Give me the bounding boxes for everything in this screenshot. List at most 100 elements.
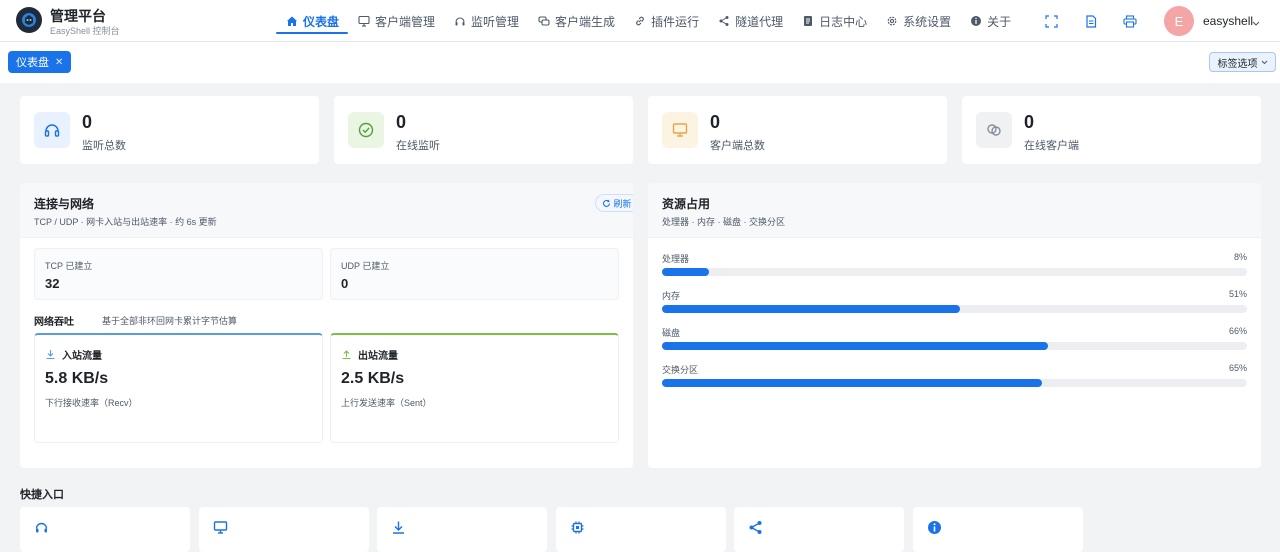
refresh-button[interactable]: 刷新 bbox=[595, 194, 633, 212]
chip-icon bbox=[569, 519, 585, 535]
quick-entry-generate[interactable] bbox=[377, 507, 547, 552]
outbound-traffic-card: 出站流量 2.5 KB/s 上行发送速率（Sent） bbox=[330, 333, 619, 443]
quick-entry-clients[interactable] bbox=[199, 507, 369, 552]
check-circle-icon bbox=[348, 112, 384, 148]
fullscreen-icon[interactable] bbox=[1043, 13, 1059, 29]
tcp-established-card: TCP 已建立 32 bbox=[34, 248, 323, 300]
close-icon[interactable]: ✕ bbox=[55, 57, 63, 68]
tab-options-label: 标签选项 bbox=[1217, 58, 1258, 70]
panel-subtitle: 处理器 · 内存 · 磁盘 · 交换分区 bbox=[662, 217, 785, 227]
printer-icon[interactable] bbox=[1122, 13, 1138, 29]
tcp-label: TCP 已建立 bbox=[45, 261, 93, 271]
info-icon bbox=[926, 519, 942, 535]
quick-entry-about[interactable] bbox=[913, 507, 1083, 552]
stat-card-clients-total: 0 客户端总数 bbox=[648, 96, 947, 164]
progress-fill bbox=[662, 342, 1049, 350]
progress-fill bbox=[662, 379, 1043, 387]
panel-title: 资源占用 bbox=[662, 197, 711, 211]
brand-title: 管理平台 bbox=[50, 8, 106, 24]
nav-log-center[interactable]: 日志中心 bbox=[792, 0, 876, 42]
nav-label: 插件运行 bbox=[651, 14, 700, 29]
stat-value: 0 bbox=[82, 112, 93, 132]
tab-dashboard[interactable]: 仪表盘 ✕ bbox=[8, 51, 72, 73]
nav-plugin-run[interactable]: 插件运行 bbox=[624, 0, 708, 42]
nav-tunnel-proxy[interactable]: 隧道代理 bbox=[708, 0, 792, 42]
nav-about[interactable]: 关于 bbox=[960, 0, 1020, 42]
throughput-title: 网络吞吐 bbox=[34, 317, 74, 328]
document-icon bbox=[801, 14, 815, 28]
progress-track bbox=[662, 305, 1247, 313]
nav-client-generation[interactable]: 客户端生成 bbox=[528, 0, 624, 42]
udp-label: UDP 已建立 bbox=[341, 261, 390, 271]
refresh-label: 刷新 bbox=[613, 198, 632, 209]
panel-header: 资源占用 处理器 · 内存 · 磁盘 · 交换分区 bbox=[648, 183, 1261, 238]
outbound-header: 出站流量 bbox=[341, 347, 398, 362]
link-circle-icon bbox=[976, 112, 1012, 148]
panel-header: 连接与网络 TCP / UDP · 网卡入站与出站速率 · 约 6s 更新 刷新 bbox=[20, 183, 633, 238]
home-icon bbox=[285, 14, 299, 28]
nav-system-settings[interactable]: 系统设置 bbox=[876, 0, 960, 42]
tcp-value: 32 bbox=[45, 276, 60, 291]
chevron-down-icon bbox=[1261, 60, 1267, 64]
username[interactable]: easyshell bbox=[1203, 14, 1253, 28]
resource-label: 磁盘 bbox=[662, 328, 681, 338]
resource-label: 交换分区 bbox=[662, 365, 699, 375]
nav-label: 监听管理 bbox=[471, 14, 520, 29]
tab-bar: 仪表盘 ✕ 标签选项 bbox=[0, 42, 1280, 83]
info-icon bbox=[969, 14, 983, 28]
resource-percent: 66% bbox=[1228, 326, 1247, 336]
quick-entry-plugins[interactable] bbox=[556, 507, 726, 552]
nav-dashboard[interactable]: 仪表盘 bbox=[276, 0, 349, 42]
chat-icon bbox=[537, 14, 551, 28]
inbound-title: 入站流量 bbox=[62, 351, 102, 362]
tab-label: 仪表盘 bbox=[16, 57, 49, 69]
stat-card-listeners-total: 0 监听总数 bbox=[20, 96, 319, 164]
nav-listener-management[interactable]: 监听管理 bbox=[444, 0, 528, 42]
quick-entry-tunnel[interactable] bbox=[734, 507, 904, 552]
throughput-note: 基于全部非环回网卡累计字节估算 bbox=[102, 316, 238, 326]
avatar[interactable]: E bbox=[1164, 6, 1194, 36]
resource-label: 处理器 bbox=[662, 254, 690, 264]
progress-track bbox=[662, 379, 1247, 387]
download-icon bbox=[390, 519, 406, 535]
main-nav: 仪表盘 客户端管理 监听管理 客户端生成 插件运行 隧道代理 日志中心 系统设置… bbox=[276, 0, 1020, 42]
stat-label: 在线监听 bbox=[396, 140, 440, 152]
link-icon bbox=[633, 14, 647, 28]
nav-label: 关于 bbox=[987, 14, 1012, 29]
chevron-down-icon[interactable] bbox=[1252, 16, 1260, 30]
share-icon bbox=[717, 14, 731, 28]
stat-card-clients-online: 0 在线客户端 bbox=[962, 96, 1261, 164]
progress-track bbox=[662, 268, 1247, 276]
inbound-subtitle: 下行接收速率（Recv） bbox=[45, 398, 138, 408]
udp-value: 0 bbox=[341, 276, 349, 291]
resource-percent: 51% bbox=[1228, 289, 1247, 299]
tab-options-button[interactable]: 标签选项 bbox=[1209, 52, 1276, 72]
inbound-traffic-card: 入站流量 5.8 KB/s 下行接收速率（Recv） bbox=[34, 333, 323, 443]
brand-logo[interactable] bbox=[16, 7, 42, 33]
nav-label: 隧道代理 bbox=[735, 14, 784, 29]
udp-established-card: UDP 已建立 0 bbox=[330, 248, 619, 300]
stat-label: 监听总数 bbox=[82, 140, 126, 152]
outbound-subtitle: 上行发送速率（Sent） bbox=[341, 398, 432, 408]
stat-label: 客户端总数 bbox=[710, 140, 765, 152]
inbound-value: 5.8 KB/s bbox=[45, 370, 109, 387]
top-header: 管理平台 EasyShell 控制台 仪表盘 客户端管理 监听管理 客户端生成 … bbox=[0, 0, 1280, 42]
outbound-value: 2.5 KB/s bbox=[341, 370, 405, 387]
nav-label: 日志中心 bbox=[819, 14, 868, 29]
upload-icon bbox=[342, 350, 351, 360]
quick-entry-title: 快捷入口 bbox=[20, 489, 64, 501]
document-icon[interactable] bbox=[1083, 13, 1099, 29]
nav-label: 客户端管理 bbox=[375, 14, 436, 29]
panel-subtitle: TCP / UDP · 网卡入站与出站速率 · 约 6s 更新 bbox=[34, 217, 217, 227]
nav-label: 客户端生成 bbox=[555, 14, 616, 29]
resource-percent: 8% bbox=[1233, 252, 1247, 262]
quick-entry-listeners[interactable] bbox=[20, 507, 190, 552]
nav-client-management[interactable]: 客户端管理 bbox=[348, 0, 444, 42]
monitor-icon bbox=[357, 14, 371, 28]
nav-label: 仪表盘 bbox=[303, 14, 340, 29]
nav-label: 系统设置 bbox=[903, 14, 952, 29]
progress-fill bbox=[662, 268, 709, 276]
network-panel: 连接与网络 TCP / UDP · 网卡入站与出站速率 · 约 6s 更新 刷新… bbox=[20, 183, 633, 468]
outbound-title: 出站流量 bbox=[358, 351, 398, 362]
stat-value: 0 bbox=[710, 112, 721, 132]
